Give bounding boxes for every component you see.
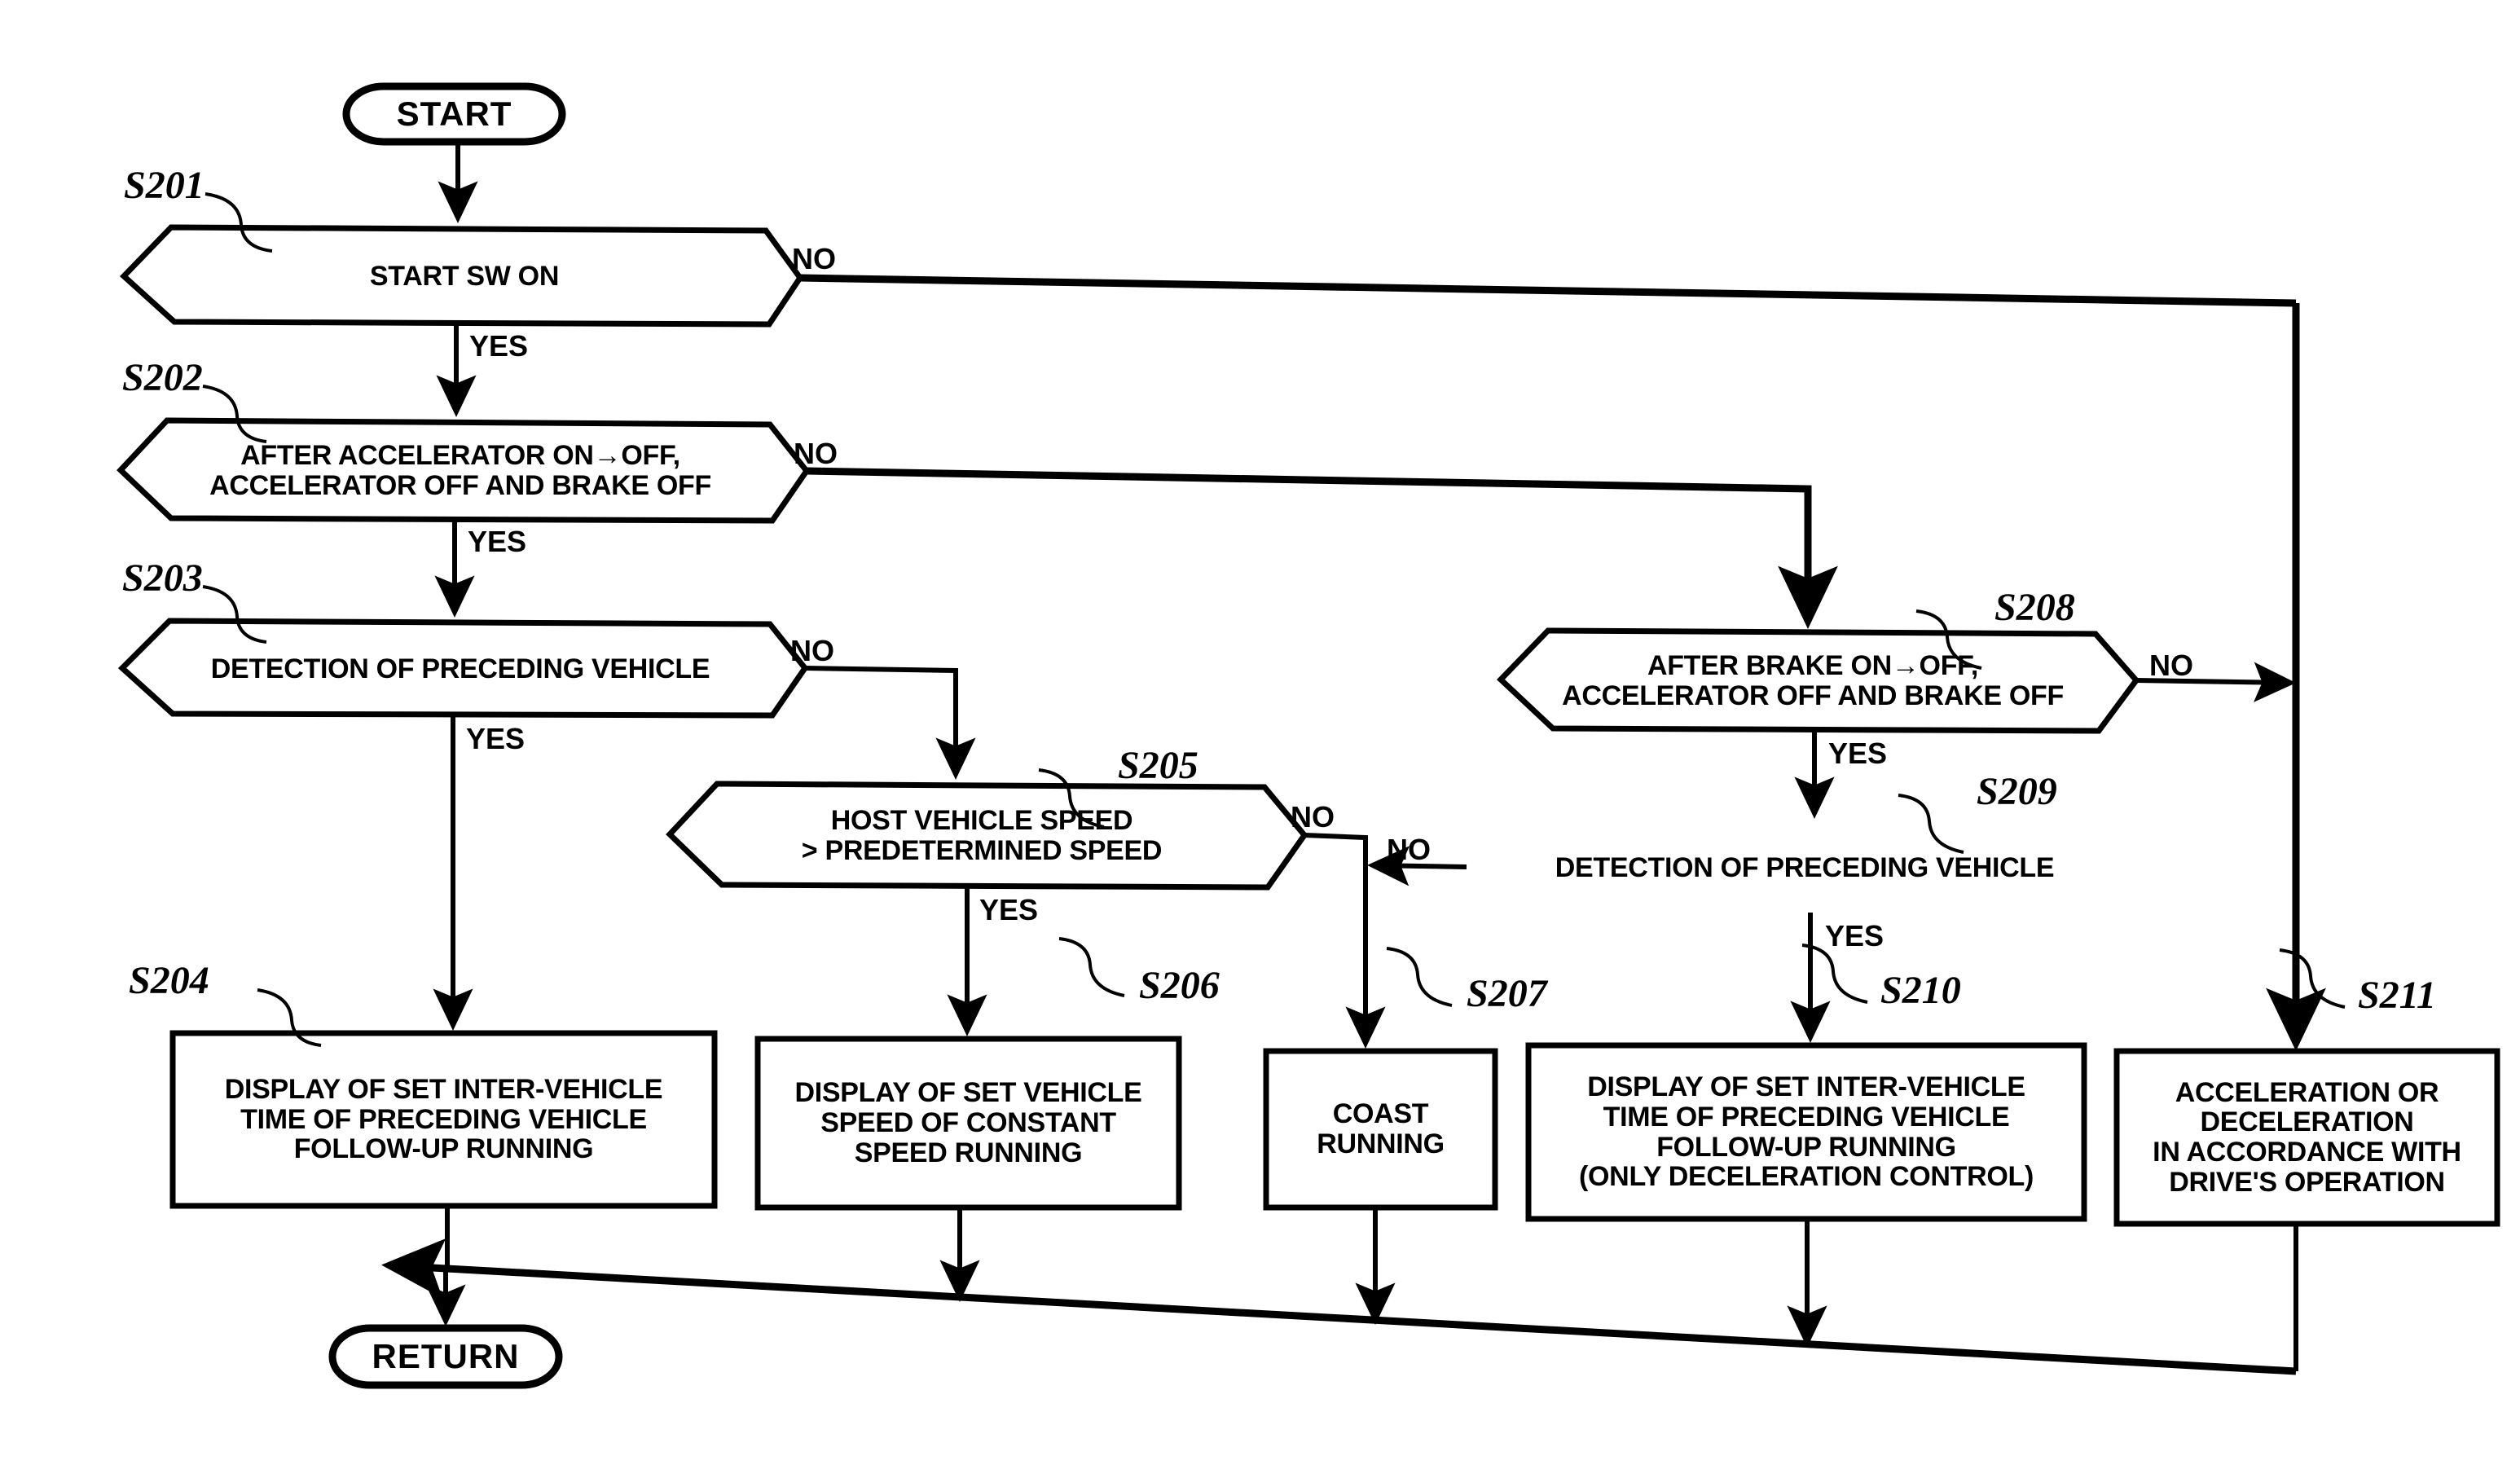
s202-label: AFTER ACCELERATOR ON→OFF, ACCELERATOR OF…	[209, 440, 711, 501]
step-ref-s207: S207	[1467, 972, 1547, 1015]
s205-label: HOST VEHICLE SPEED > PREDETERMINED SPEED	[801, 805, 1163, 866]
leader-s207	[1386, 947, 1453, 1007]
leader-s206	[1058, 937, 1125, 997]
edge-s202-no-s208	[806, 467, 1838, 630]
step-ref-s211: S211	[2358, 974, 2437, 1017]
branch-label-s203-yes: YES	[466, 722, 526, 755]
step-ref-s203: S203	[122, 556, 203, 600]
branch-label-s205-yes: YES	[979, 893, 1039, 926]
branch-label-s201-yes: YES	[469, 329, 529, 363]
edge-s203-no-s205	[804, 666, 976, 781]
branch-label-s201-no: NO	[792, 242, 836, 275]
s209-label: DETECTION OF PRECEDING VEHICLE	[1555, 851, 2055, 883]
branch-label-s209-yes: YES	[1825, 919, 1885, 952]
s206-label: DISPLAY OF SET VEHICLE SPEED OF CONSTANT…	[794, 1077, 1142, 1168]
branch-label-s209-no: NO	[1387, 833, 1431, 866]
leader-s211	[2279, 948, 2346, 1009]
return-terminal-label: RETURN	[372, 1337, 520, 1376]
step-ref-s209: S209	[1977, 770, 2057, 813]
edge-s201-no-bus	[799, 274, 2297, 307]
edge-s205-no-s207	[1304, 833, 1386, 1049]
flowchart-vector-layer	[117, 82, 2500, 1389]
s203-label: DETECTION OF PRECEDING VEHICLE	[210, 653, 710, 684]
s204-label: DISPLAY OF SET INTER-VEHICLE TIME OF PRE…	[224, 1073, 663, 1165]
step-ref-s205: S205	[1118, 744, 1198, 787]
bottom-merge-bus	[381, 1238, 2297, 1375]
s211-label: ACCELERATION OR DECELERATION IN ACCORDAN…	[2153, 1076, 2461, 1198]
branch-label-s202-no: NO	[794, 437, 838, 470]
branch-label-s208-no: NO	[2149, 649, 2193, 682]
branch-label-s202-yes: YES	[468, 525, 527, 558]
branch-label-s205-no: NO	[1291, 800, 1335, 834]
step-ref-s206: S206	[1139, 964, 1220, 1007]
step-ref-s204: S204	[129, 959, 209, 1002]
s207-label: COAST RUNNING	[1317, 1098, 1445, 1159]
s208-label: AFTER BRAKE ON→OFF, ACCELERATOR OFF AND …	[1562, 650, 2064, 711]
branch-label-s208-yes: YES	[1828, 737, 1888, 770]
start-terminal-label: START	[396, 95, 512, 134]
branch-label-s203-no: NO	[790, 634, 834, 667]
s210-label: DISPLAY OF SET INTER-VEHICLE TIME OF PRE…	[1579, 1071, 2034, 1193]
step-ref-s210: S210	[1880, 969, 1961, 1012]
step-ref-s202: S202	[122, 356, 203, 399]
step-ref-s208: S208	[1994, 586, 2075, 629]
step-ref-s201: S201	[124, 164, 205, 207]
s201-label: START SW ON	[369, 260, 560, 292]
flowchart-canvas: START RETURN START SW ON AFTER ACCELERAT…	[0, 0, 2520, 1478]
